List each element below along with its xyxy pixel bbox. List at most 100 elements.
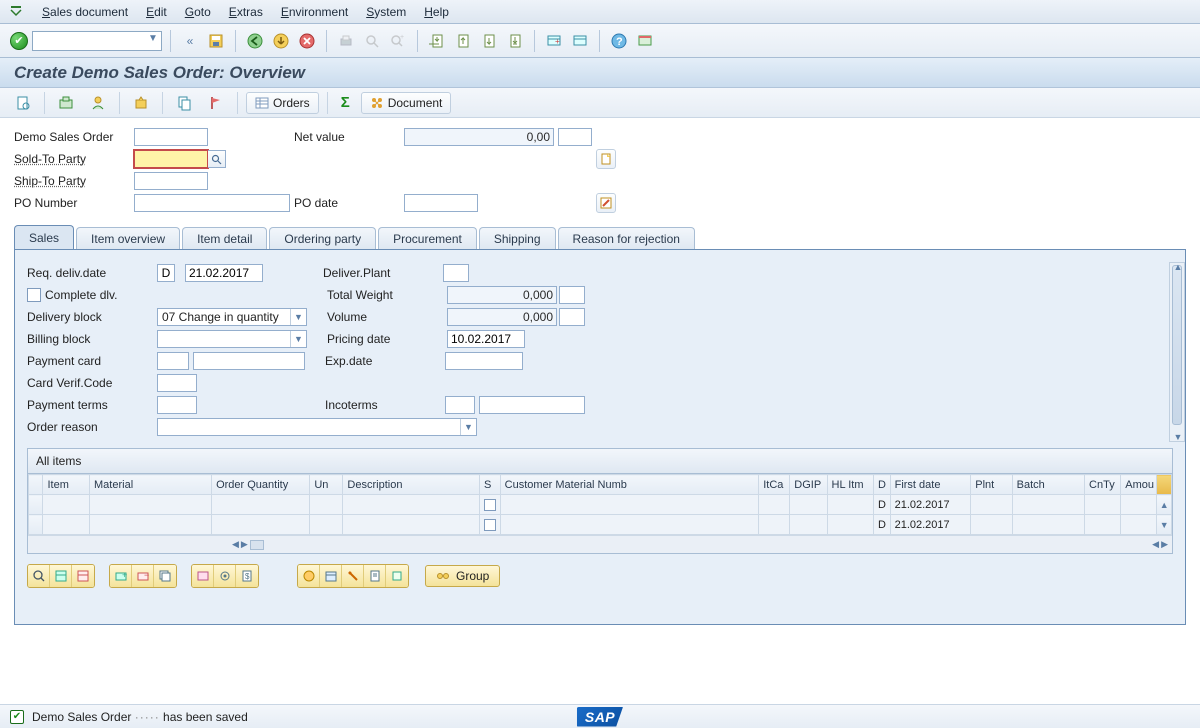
sum-icon[interactable]: Σ — [336, 92, 355, 114]
cell-custmat[interactable] — [500, 515, 759, 535]
col-order-qty[interactable]: Order Quantity — [212, 475, 310, 495]
cell-dgip[interactable] — [790, 515, 827, 535]
change-log-icon[interactable] — [596, 193, 616, 213]
menu-help[interactable]: Help — [424, 5, 449, 19]
back-circle-icon[interactable] — [244, 30, 266, 52]
checkbox-icon[interactable] — [484, 519, 496, 531]
flag-icon[interactable] — [203, 92, 229, 114]
vscroll-header[interactable]: ▲ ▼ — [1169, 262, 1185, 442]
insert-row-icon[interactable]: + — [110, 565, 132, 587]
partner-icon[interactable] — [85, 92, 111, 114]
incoterms1-field[interactable] — [445, 396, 475, 414]
back-icon[interactable]: « — [179, 30, 201, 52]
tab-procurement[interactable]: Procurement — [378, 227, 477, 249]
col-un[interactable]: Un — [310, 475, 343, 495]
payterms-field[interactable] — [157, 396, 197, 414]
cell-material[interactable] — [90, 515, 212, 535]
col-itca[interactable]: ItCa — [759, 475, 790, 495]
cell-firstdate[interactable]: 21.02.2017 — [890, 515, 971, 535]
hscroll-bar[interactable]: ◀▶ ◀▶ — [28, 535, 1172, 553]
tab-ordering-party[interactable]: Ordering party — [269, 227, 376, 249]
display-config-icon[interactable] — [128, 92, 154, 114]
layout-menu-icon[interactable] — [634, 30, 656, 52]
copy-icon[interactable] — [171, 92, 197, 114]
propose-items-icon[interactable] — [192, 565, 214, 587]
create-doc-icon[interactable] — [596, 149, 616, 169]
menu-sales-document[interactable]: Sales document — [42, 5, 128, 19]
reqdate-type-field[interactable] — [157, 264, 175, 282]
cell-item[interactable] — [43, 495, 90, 515]
find-icon[interactable] — [361, 30, 383, 52]
scroll-right2-icon[interactable]: ▶ — [1161, 539, 1168, 550]
col-s[interactable]: S — [479, 475, 500, 495]
cell-itca[interactable] — [759, 515, 790, 535]
scroll-up-icon[interactable]: ▲ — [1172, 261, 1184, 273]
row-selector[interactable] — [29, 515, 43, 535]
text-icon[interactable] — [364, 565, 386, 587]
cell-s[interactable] — [479, 515, 500, 535]
cell-amount[interactable] — [1121, 515, 1157, 535]
save-icon[interactable] — [205, 30, 227, 52]
vscroll-up-icon[interactable]: ▲ — [1157, 495, 1172, 515]
paycard-type-field[interactable] — [157, 352, 189, 370]
col-d[interactable]: D — [874, 475, 891, 495]
schedule-icon[interactable] — [320, 565, 342, 587]
last-page-icon[interactable] — [504, 30, 526, 52]
document-button[interactable]: Document — [361, 92, 452, 114]
demo-order-field[interactable] — [134, 128, 208, 146]
header-detail-icon[interactable] — [53, 92, 79, 114]
table-row[interactable]: D 21.02.2017 ▼ — [29, 515, 1172, 535]
volume-unit-field[interactable] — [559, 308, 585, 326]
delplant-field[interactable] — [443, 264, 469, 282]
table-row[interactable]: D 21.02.2017 ▲ — [29, 495, 1172, 515]
reqdate-field[interactable] — [185, 264, 263, 282]
paycard-field[interactable] — [193, 352, 305, 370]
col-cust-mat[interactable]: Customer Material Numb — [500, 475, 759, 495]
col-cnty[interactable]: CnTy — [1085, 475, 1121, 495]
order-reason-dropdown[interactable]: ▼ — [157, 418, 477, 436]
shipto-label[interactable]: Ship-To Party — [14, 174, 134, 188]
menu-system[interactable]: System — [366, 5, 406, 19]
new-session-icon[interactable]: + — [543, 30, 565, 52]
exit-circle-icon[interactable] — [270, 30, 292, 52]
vscroll-down-icon[interactable]: ▼ — [1157, 515, 1172, 535]
scroll-left-icon[interactable]: ◀ — [232, 539, 239, 550]
deselect-all-icon[interactable] — [72, 565, 94, 587]
delete-row-icon[interactable]: − — [132, 565, 154, 587]
menu-environment[interactable]: Environment — [281, 5, 348, 19]
tab-sales[interactable]: Sales — [14, 225, 74, 249]
find-next-icon[interactable]: + — [387, 30, 409, 52]
delblock-dropdown[interactable]: 07 Change in quantity▼ — [157, 308, 307, 326]
command-field[interactable]: ▼ — [32, 31, 162, 51]
costing-icon[interactable]: $ — [236, 565, 258, 587]
cell-dgip[interactable] — [790, 495, 827, 515]
select-all-icon[interactable] — [50, 565, 72, 587]
detail-icon[interactable] — [28, 565, 50, 587]
cell-d[interactable]: D — [874, 515, 891, 535]
podate-field[interactable] — [404, 194, 478, 212]
col-amount[interactable]: Amou — [1121, 475, 1157, 495]
menu-goto[interactable]: Goto — [185, 5, 211, 19]
cell-itca[interactable] — [759, 495, 790, 515]
col-item[interactable]: Item — [43, 475, 90, 495]
tab-item-detail[interactable]: Item detail — [182, 227, 267, 249]
tab-reason-rejection[interactable]: Reason for rejection — [558, 227, 695, 249]
cell-amount[interactable] — [1121, 495, 1157, 515]
cell-custmat[interactable] — [500, 495, 759, 515]
dropdown-icon[interactable]: ▼ — [145, 33, 161, 49]
cell-batch[interactable] — [1012, 495, 1084, 515]
display-doc-icon[interactable] — [10, 92, 36, 114]
next-page-icon[interactable] — [478, 30, 500, 52]
scroll-left2-icon[interactable]: ◀ — [1152, 539, 1159, 550]
billblock-dropdown[interactable]: ▼ — [157, 330, 307, 348]
menu-edit[interactable]: Edit — [146, 5, 167, 19]
config-columns-icon[interactable] — [1157, 475, 1172, 495]
col-material[interactable]: Material — [90, 475, 212, 495]
conditions-icon[interactable] — [386, 565, 408, 587]
soldto-label[interactable]: Sold-To Party — [14, 152, 134, 166]
menu-extras[interactable]: Extras — [229, 5, 263, 19]
cell-un[interactable] — [310, 495, 343, 515]
cell-desc[interactable] — [343, 495, 480, 515]
enter-icon[interactable]: ✔ — [10, 32, 28, 50]
cell-plnt[interactable] — [971, 495, 1012, 515]
